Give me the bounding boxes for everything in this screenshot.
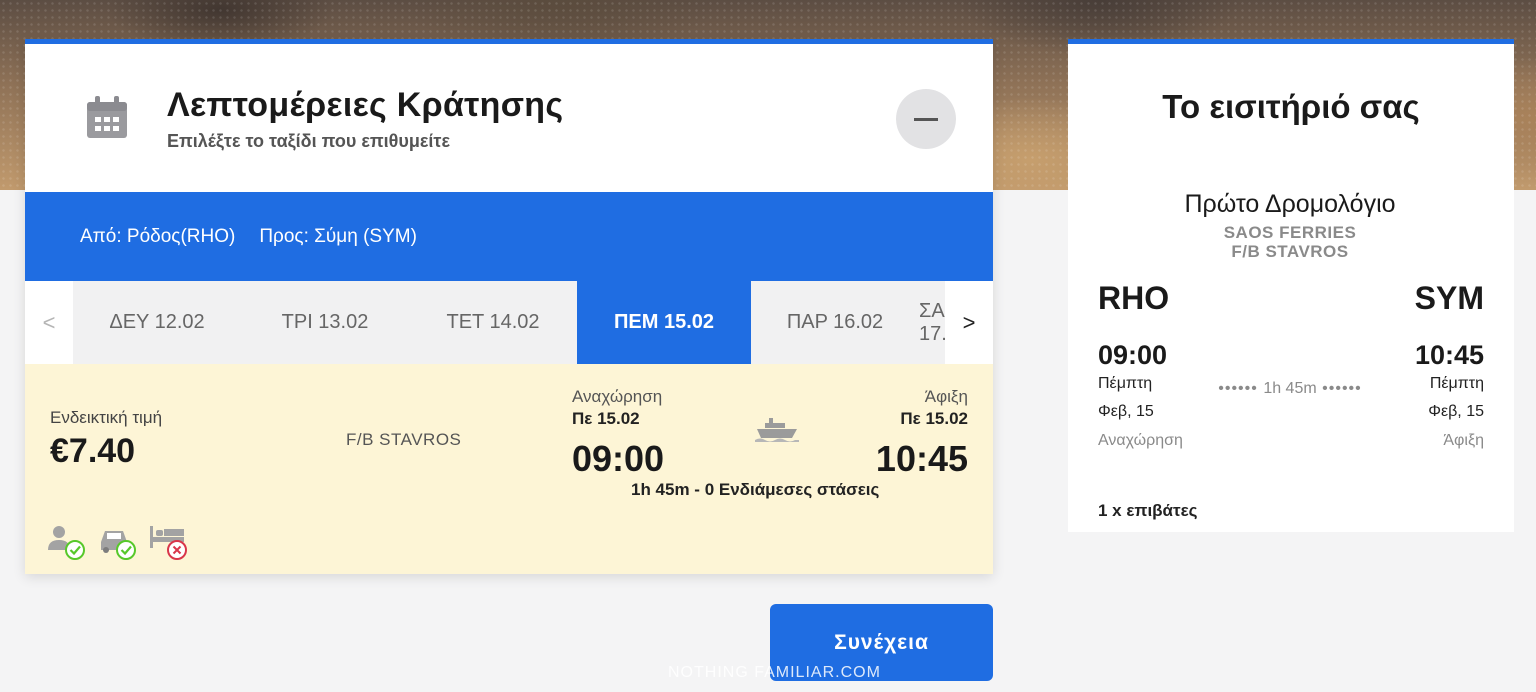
prev-date-arrow-icon[interactable]: < (25, 281, 73, 364)
ship-icon (755, 418, 799, 442)
ticket-arrival-label: Άφιξη (1443, 432, 1484, 449)
trip-option-row[interactable]: Ενδεικτική τιμή €7.40 F/B STAVROS Αναχώρ… (25, 364, 993, 574)
route-bar: Από: Ρόδος(RHO) Προς: Σύμη (SYM) (25, 192, 993, 281)
page-title: Λεπτομέρειες Κράτησης (167, 86, 564, 124)
date-selector: < ΔΕΥ 12.02 ΤΡΙ 13.02 ΤΕΤ 14.02 ΠΕΜ 15.0… (25, 281, 993, 364)
calendar-icon (87, 96, 127, 138)
date-tab[interactable]: ΤΡΙ 13.02 (241, 281, 409, 364)
ticket-duration: •••••• 1h 45m •••••• (1214, 380, 1366, 398)
passenger-icon (48, 526, 85, 560)
departure-date: Πε 15.02 (572, 409, 640, 428)
destination-port-code: SYM (1414, 280, 1484, 316)
booking-details-card: Λεπτομέρειες Κράτησης Επιλέξτε το ταξίδι… (25, 39, 993, 574)
ticket-duration-text: 1h 45m (1263, 380, 1317, 397)
date-tab-selected[interactable]: ΠΕΜ 15.02 (577, 281, 751, 364)
ticket-departure-day: Πέμπτη (1098, 375, 1153, 392)
departure-label: Αναχώρηση (572, 387, 663, 406)
ticket-arrival-time: 10:45 (1414, 340, 1484, 370)
ticket-arrival-date: Φεβ, 15 (1428, 403, 1484, 420)
price-value: €7.40 (50, 432, 136, 470)
ticket-departure-label: Αναχώρηση (1098, 432, 1183, 449)
page-subtitle: Επιλέξτε το ταξίδι που επιθυμείτε (167, 131, 450, 151)
ticket-arrival-day: Πέμπτη (1429, 375, 1484, 392)
ferry-company: SAOS FERRIES (1223, 223, 1357, 242)
date-tab[interactable]: ΤΕΤ 14.02 (409, 281, 577, 364)
arrival-date: Πε 15.02 (900, 409, 968, 428)
duration-dots: •••••• (1316, 380, 1362, 397)
date-tab[interactable]: ΔΕΥ 12.02 (73, 281, 241, 364)
ticket-departure-time: 09:00 (1098, 340, 1168, 370)
car-icon (101, 531, 136, 560)
ticket-summary-card: Το εισιτήριό σας Πρώτο Δρομολόγιο SAOS F… (1068, 39, 1514, 532)
arrival-label: Άφιξη (924, 387, 968, 406)
route-from: Από: Ρόδος(RHO) (80, 225, 236, 247)
next-date-arrow-icon[interactable]: > (945, 281, 993, 364)
date-tab[interactable]: ΠΑΡ 16.02 (751, 281, 919, 364)
ticket-departure-date: Φεβ, 15 (1098, 403, 1154, 420)
origin-port-code: RHO (1098, 280, 1170, 316)
departure-time: 09:00 (572, 438, 665, 479)
collapse-minus-button[interactable] (896, 89, 956, 149)
cabin-bed-icon (150, 526, 187, 560)
price-label: Ενδεικτική τιμή (50, 408, 163, 427)
booking-header: Λεπτομέρειες Κράτησης Επιλέξτε το ταξίδι… (25, 44, 993, 192)
vessel-name: F/B STAVROS (346, 430, 462, 449)
watermark: NOTHING FAMILIAR.COM (668, 664, 881, 681)
passenger-count: 1 x επιβάτες (1098, 501, 1198, 520)
ticket-title: Το εισιτήριό σας (1162, 88, 1420, 125)
trip-duration: 1h 45m - 0 Ενδιάμεσες στάσεις (631, 480, 880, 499)
duration-dots: •••••• (1218, 380, 1264, 397)
route-to: Προς: Σύμη (SYM) (259, 225, 417, 247)
arrival-time: 10:45 (875, 438, 968, 479)
ferry-ship: F/B STAVROS (1231, 242, 1349, 261)
first-route-title: Πρώτο Δρομολόγιο (1184, 190, 1396, 218)
